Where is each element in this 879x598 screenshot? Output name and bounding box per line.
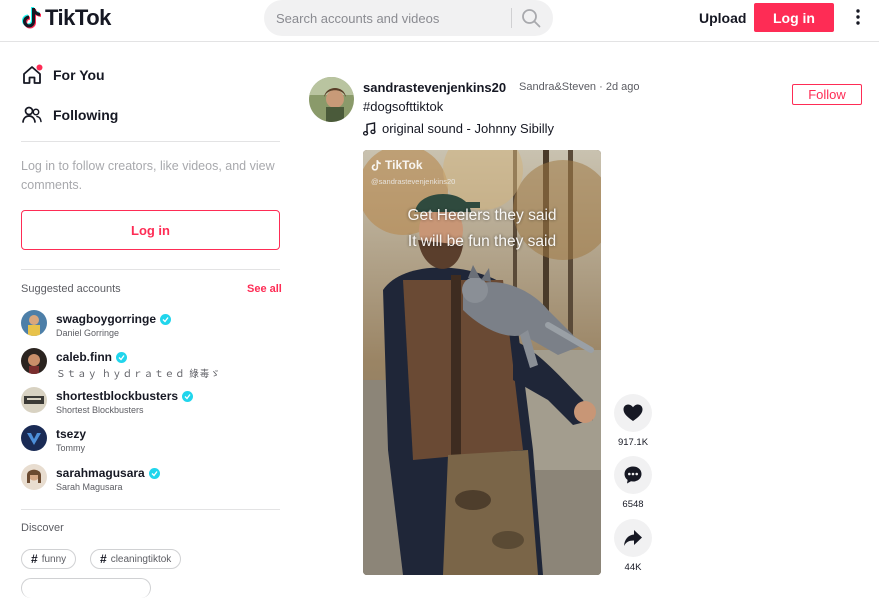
avatar	[21, 425, 47, 451]
login-hint-text: Log in to follow creators, like videos, …	[21, 159, 275, 192]
avatar	[21, 348, 47, 374]
post-caption-hashtag[interactable]: #dogsofttiktok	[363, 99, 443, 114]
tag-label: cleaningtiktok	[110, 553, 172, 565]
login-button[interactable]: Log in	[754, 3, 834, 32]
verified-badge-icon	[182, 390, 194, 402]
post-meta: Sandra&Steven · 2d ago	[519, 81, 640, 93]
tiktok-note-icon	[22, 7, 41, 29]
post-username[interactable]: sandrastevenjenkins20	[363, 80, 506, 95]
watermark-logo-text: TikTok	[385, 158, 423, 172]
suggested-account[interactable]: shortestblockbusters Shortest Blockbuste…	[21, 387, 194, 415]
comment-count: 6548	[622, 499, 644, 510]
avatar	[21, 310, 47, 336]
share-count: 44K	[624, 562, 642, 573]
search-input[interactable]	[276, 8, 506, 28]
account-display-name: Tommy	[56, 443, 85, 453]
following-icon	[22, 106, 42, 123]
discover-title: Discover	[21, 522, 64, 534]
post-sound[interactable]: original sound - Johnny Sibilly	[363, 121, 554, 136]
search-bar	[264, 0, 553, 36]
verified-badge-icon	[148, 467, 160, 479]
suggested-account[interactable]: caleb.finn Ｓｔａｙ ｈｙｄｒａｔｅｄ 綠毒ゞ	[21, 348, 221, 380]
suggested-account[interactable]: sarahmagusara Sarah Magusara	[21, 464, 160, 492]
comment-button[interactable]	[614, 456, 652, 494]
suggested-account[interactable]: swagboygorringe Daniel Gorringe	[21, 310, 172, 338]
logo-text: TikTok	[45, 5, 111, 30]
nav-for-you[interactable]: For You	[21, 64, 105, 86]
sidebar-divider	[21, 269, 280, 270]
nav-following[interactable]: Following	[21, 104, 118, 126]
heart-icon	[623, 404, 643, 421]
nav-for-you-label: For You	[53, 67, 105, 83]
video-text-overlay: Get Heelers they said	[407, 207, 557, 224]
account-display-name: Sarah Magusara	[56, 482, 123, 492]
hashtag-icon: #	[31, 552, 38, 566]
tiktok-watermark: TikTok	[371, 158, 423, 172]
discover-tag[interactable]: # cleaningtiktok	[90, 549, 182, 569]
suggested-account[interactable]: tsezy Tommy	[21, 425, 86, 453]
account-username: shortestblockbusters	[56, 389, 179, 403]
home-icon	[23, 64, 43, 84]
share-button[interactable]	[614, 519, 652, 557]
hashtag-icon: #	[100, 552, 107, 566]
account-username: tsezy	[56, 427, 87, 441]
sidebar-divider	[21, 141, 280, 142]
account-username: caleb.finn	[56, 350, 113, 364]
see-all-link[interactable]: See all	[247, 283, 282, 295]
sidebar: For You Following Log in to follow creat…	[0, 42, 300, 598]
music-note-icon	[363, 121, 376, 136]
follow-button[interactable]: Follow	[792, 84, 862, 105]
avatar	[21, 464, 47, 490]
account-display-name: Daniel Gorringe	[56, 328, 120, 338]
share-icon	[624, 530, 642, 546]
top-header: TikTok Upload Log in	[0, 0, 879, 42]
video-text-overlay: It will be fun they said	[407, 233, 557, 250]
watermark-handle: @sandrastevenjenkins20	[371, 177, 456, 186]
nav-following-label: Following	[53, 107, 119, 123]
avatar	[21, 387, 47, 413]
sound-label: original sound - Johnny Sibilly	[382, 121, 554, 136]
account-display-name: Ｓｔａｙ ｈｙｄｒａｔｅｄ 綠毒ゞ	[56, 369, 221, 380]
comment-icon	[624, 466, 642, 484]
sidebar-login-button[interactable]: Log in	[21, 210, 280, 250]
video-player[interactable]: TikTok @sandrastevenjenkins20 Get Heeler…	[363, 150, 601, 575]
verified-badge-icon	[160, 313, 172, 325]
account-username: sarahmagusara	[56, 466, 145, 480]
tiktok-logo[interactable]: TikTok	[22, 5, 111, 31]
tag-label: funny	[41, 553, 67, 565]
upload-link[interactable]: Upload	[699, 10, 746, 26]
verified-badge-icon	[116, 351, 128, 363]
discover-tag[interactable]: # funny	[21, 549, 77, 569]
post-author-avatar[interactable]	[309, 77, 354, 122]
discover-tag-partial[interactable]	[21, 578, 151, 598]
like-count: 917.1K	[617, 437, 649, 448]
account-username: swagboygorringe	[56, 312, 157, 326]
like-button[interactable]	[614, 394, 652, 432]
suggested-accounts-title: Suggested accounts	[21, 283, 121, 295]
account-display-name: Shortest Blockbusters	[56, 405, 144, 415]
search-icon[interactable]	[520, 7, 542, 29]
more-options-icon[interactable]	[850, 8, 866, 26]
tiktok-note-icon	[371, 159, 381, 171]
search-divider	[511, 8, 512, 28]
sidebar-divider	[21, 509, 280, 510]
